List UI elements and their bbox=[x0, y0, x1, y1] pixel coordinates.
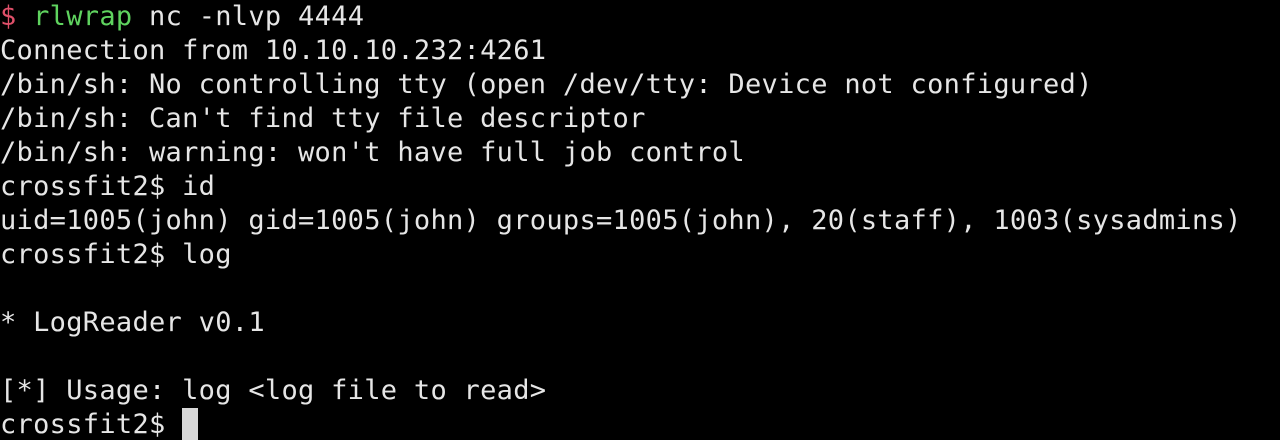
terminal-line-connection: Connection from 10.10.10.232:4261 bbox=[0, 35, 547, 66]
terminal-line-logreader: * LogReader v0.1 bbox=[0, 307, 265, 338]
command-rlwrap: rlwrap bbox=[33, 1, 133, 32]
cursor-block bbox=[182, 408, 199, 440]
terminal-line-prompt-id: crossfit2$ id bbox=[0, 171, 216, 202]
terminal-line-current-prompt[interactable]: crossfit2$ bbox=[0, 408, 1280, 440]
terminal-line-usage: [*] Usage: log <log file to read> bbox=[0, 375, 547, 406]
terminal-line-job-control: /bin/sh: warning: won't have full job co… bbox=[0, 137, 745, 168]
terminal-line-tty-error: /bin/sh: No controlling tty (open /dev/t… bbox=[0, 69, 1093, 100]
command-args: nc -nlvp 4444 bbox=[132, 1, 365, 32]
terminal-line-tty-descriptor: /bin/sh: Can't find tty file descriptor bbox=[0, 103, 646, 134]
terminal-window[interactable]: $ rlwrap nc -nlvp 4444 Connection from 1… bbox=[0, 0, 1280, 440]
terminal-line-local-command: $ rlwrap nc -nlvp 4444 bbox=[0, 0, 1280, 34]
prompt-dollar: $ bbox=[0, 1, 34, 32]
current-prompt-text: crossfit2$ bbox=[0, 409, 183, 440]
terminal-line-prompt-log: crossfit2$ log bbox=[0, 239, 232, 270]
terminal-line-id-output: uid=1005(john) gid=1005(john) groups=100… bbox=[0, 205, 1242, 236]
